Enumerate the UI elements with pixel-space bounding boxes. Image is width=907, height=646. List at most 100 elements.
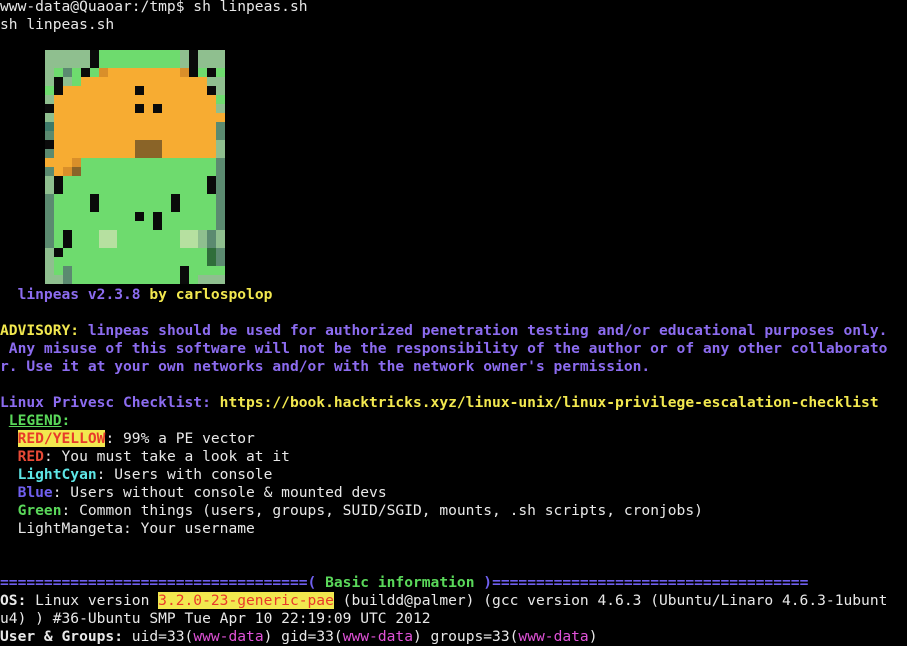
- logo-pixel: [153, 149, 163, 159]
- logo-pixel: [180, 176, 190, 186]
- logo-pixel: [63, 257, 73, 267]
- logo-pixel: [135, 266, 145, 276]
- logo-pixel: [81, 167, 91, 177]
- logo-pixel: [99, 104, 109, 114]
- legend-key: RED: [17, 448, 44, 465]
- logo-pixel: [198, 95, 208, 105]
- logo-pixel: [162, 212, 172, 222]
- logo-pixel: [90, 194, 100, 204]
- logo-pixel: [54, 122, 64, 132]
- logo-pixel: [135, 50, 145, 60]
- logo-pixel: [90, 257, 100, 267]
- logo-pixel: [180, 113, 190, 123]
- logo-pixel: [99, 158, 109, 168]
- logo-pixel: [144, 77, 154, 87]
- legend-colon: :: [61, 412, 71, 429]
- logo-pixel: [144, 158, 154, 168]
- logo-pixel: [99, 275, 109, 284]
- groups-text: ) groups=33(: [412, 628, 519, 645]
- logo-pixel: [198, 59, 208, 69]
- logo-pixel: [171, 248, 181, 258]
- logo-pixel: [90, 185, 100, 195]
- logo-pixel: [108, 194, 118, 204]
- logo-pixel: [54, 77, 64, 87]
- logo-pixel: [171, 194, 181, 204]
- logo-pixel: [72, 104, 82, 114]
- gid-text: ) gid=33(: [263, 628, 343, 645]
- logo-pixel: [117, 167, 127, 177]
- logo-pixel: [180, 248, 190, 258]
- logo-pixel: [45, 158, 55, 168]
- logo-pixel: [207, 266, 217, 276]
- logo-pixel: [54, 203, 64, 213]
- logo-pixel: [117, 275, 127, 284]
- logo-pixel: [135, 185, 145, 195]
- logo-pixel: [90, 104, 100, 114]
- terminal-window[interactable]: www-data@Quaoar:/tmp$ sh linpeas.sh sh l…: [0, 0, 907, 645]
- logo-pixel: [171, 50, 181, 60]
- logo-pixel: [171, 140, 181, 150]
- logo-pixel: [189, 50, 199, 60]
- logo-pixel: [171, 149, 181, 159]
- logo-pixel: [216, 194, 225, 204]
- logo-pixel: [189, 221, 199, 231]
- logo-pixel: [108, 50, 118, 60]
- logo-pixel: [126, 77, 136, 87]
- legend-key: RED/YELLOW: [17, 430, 106, 447]
- logo-pixel: [207, 149, 217, 159]
- logo-pixel: [153, 167, 163, 177]
- legend-item-green: Green: Common things (users, groups, SUI…: [0, 502, 703, 520]
- logo-pixel: [144, 86, 154, 96]
- logo-pixel: [117, 77, 127, 87]
- logo-pixel: [135, 257, 145, 267]
- logo-pixel: [54, 248, 64, 258]
- logo-pixel: [207, 131, 217, 141]
- logo-pixel: [135, 95, 145, 105]
- logo-pixel: [108, 104, 118, 114]
- logo-pixel: [108, 266, 118, 276]
- logo-pixel: [45, 230, 55, 240]
- os-line-1: OS: Linux version 3.2.0-23-generic-pae (…: [0, 592, 887, 610]
- logo-pixel: [90, 275, 100, 284]
- logo-pixel: [126, 140, 136, 150]
- logo-pixel: [144, 113, 154, 123]
- logo-pixel: [144, 167, 154, 177]
- logo-pixel: [81, 257, 91, 267]
- logo-pixel: [72, 158, 82, 168]
- logo-pixel: [54, 221, 64, 231]
- logo-pixel: [144, 131, 154, 141]
- logo-pixel: [99, 131, 109, 141]
- legend-title: LEGEND: [8, 412, 62, 429]
- logo-pixel: [198, 176, 208, 186]
- logo-pixel: [99, 185, 109, 195]
- logo-pixel: [216, 122, 225, 132]
- os-line-2: u4) ) #36-Ubuntu SMP Tue Apr 10 22:19:09…: [0, 610, 431, 627]
- logo-pixel: [90, 248, 100, 258]
- logo-pixel: [90, 68, 100, 78]
- logo-pixel: [135, 149, 145, 159]
- logo-pixel: [72, 266, 82, 276]
- logo-pixel: [162, 176, 172, 186]
- logo-pixel: [108, 59, 118, 69]
- logo-pixel: [144, 95, 154, 105]
- logo-pixel: [54, 194, 64, 204]
- logo-pixel: [216, 68, 225, 78]
- logo-pixel: [117, 230, 127, 240]
- logo-pixel: [54, 212, 64, 222]
- logo-pixel: [54, 59, 64, 69]
- logo-pixel: [198, 113, 208, 123]
- logo-pixel: [90, 50, 100, 60]
- logo-pixel: [162, 158, 172, 168]
- logo-pixel: [162, 149, 172, 159]
- logo-pixel: [180, 131, 190, 141]
- logo-pixel: [108, 140, 118, 150]
- logo-pixel: [99, 68, 109, 78]
- logo-pixel: [171, 266, 181, 276]
- logo-pixel: [180, 230, 190, 240]
- logo-pixel: [108, 176, 118, 186]
- logo-pixel: [63, 113, 73, 123]
- logo-pixel: [153, 212, 163, 222]
- logo-pixel: [207, 176, 217, 186]
- logo-pixel: [126, 68, 136, 78]
- checklist-url[interactable]: https://book.hacktricks.xyz/linux-unix/l…: [211, 394, 879, 411]
